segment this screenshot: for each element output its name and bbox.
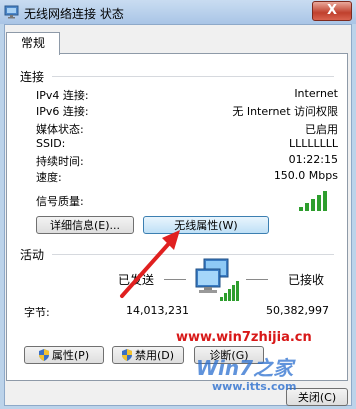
media-state-value: 已启用 bbox=[305, 123, 338, 136]
duration-label: 持续时间: bbox=[36, 155, 84, 168]
signal-bar bbox=[311, 199, 315, 211]
ipv4-label: IPv4 连接: bbox=[36, 89, 89, 102]
title-bar[interactable]: 无线网络连接 状态 X bbox=[0, 0, 356, 24]
speed-value: 150.0 Mbps bbox=[273, 169, 338, 182]
window-close-button[interactable]: X bbox=[312, 1, 352, 21]
ipv4-value: Internet bbox=[294, 87, 338, 100]
watermark-url-bottom: www.itts.com bbox=[212, 380, 297, 393]
ssid-value: LLLLLLLL bbox=[288, 137, 338, 150]
received-label: 已接收 bbox=[288, 273, 325, 287]
bytes-received-value: 50,382,997 bbox=[266, 304, 329, 317]
shield-icon bbox=[121, 349, 132, 361]
tab-general[interactable]: 常规 bbox=[6, 32, 60, 55]
disable-button[interactable]: 禁用(D) bbox=[112, 346, 184, 364]
signal-strength-icon bbox=[299, 191, 327, 211]
ipv6-value: 无 Internet 访问权限 bbox=[232, 105, 338, 118]
window-title: 无线网络连接 状态 bbox=[24, 7, 124, 21]
signal-bar bbox=[317, 195, 321, 211]
red-arrow-annotation bbox=[120, 230, 180, 298]
speed-label: 速度: bbox=[36, 171, 62, 184]
watermark-brand: Win7之家 bbox=[196, 356, 294, 380]
bytes-sent-value: 14,013,231 bbox=[126, 304, 189, 317]
network-icon bbox=[4, 5, 19, 19]
duration-value: 01:22:15 bbox=[288, 153, 338, 166]
watermark-url-top: www.win7zhijia.cn bbox=[176, 330, 312, 345]
signal-bar bbox=[305, 203, 309, 211]
received-line bbox=[246, 279, 268, 280]
ipv6-label: IPv6 连接: bbox=[36, 105, 89, 118]
media-state-label: 媒体状态: bbox=[36, 123, 84, 136]
connection-separator bbox=[52, 76, 334, 77]
bytes-label: 字节: bbox=[24, 306, 50, 319]
signal-bar bbox=[323, 191, 327, 211]
connection-group-label: 连接 bbox=[20, 70, 45, 84]
network-computers-icon bbox=[195, 258, 239, 301]
shield-icon bbox=[38, 349, 49, 361]
activity-group-label: 活动 bbox=[20, 248, 45, 262]
signal-bar bbox=[299, 207, 303, 211]
ssid-label: SSID: bbox=[36, 137, 66, 150]
activity-separator bbox=[52, 254, 334, 255]
disable-button-label: 禁用(D) bbox=[134, 349, 175, 362]
properties-button-label: 属性(P) bbox=[51, 349, 90, 362]
properties-button[interactable]: 属性(P) bbox=[24, 346, 104, 364]
signal-quality-label: 信号质量: bbox=[36, 195, 84, 208]
